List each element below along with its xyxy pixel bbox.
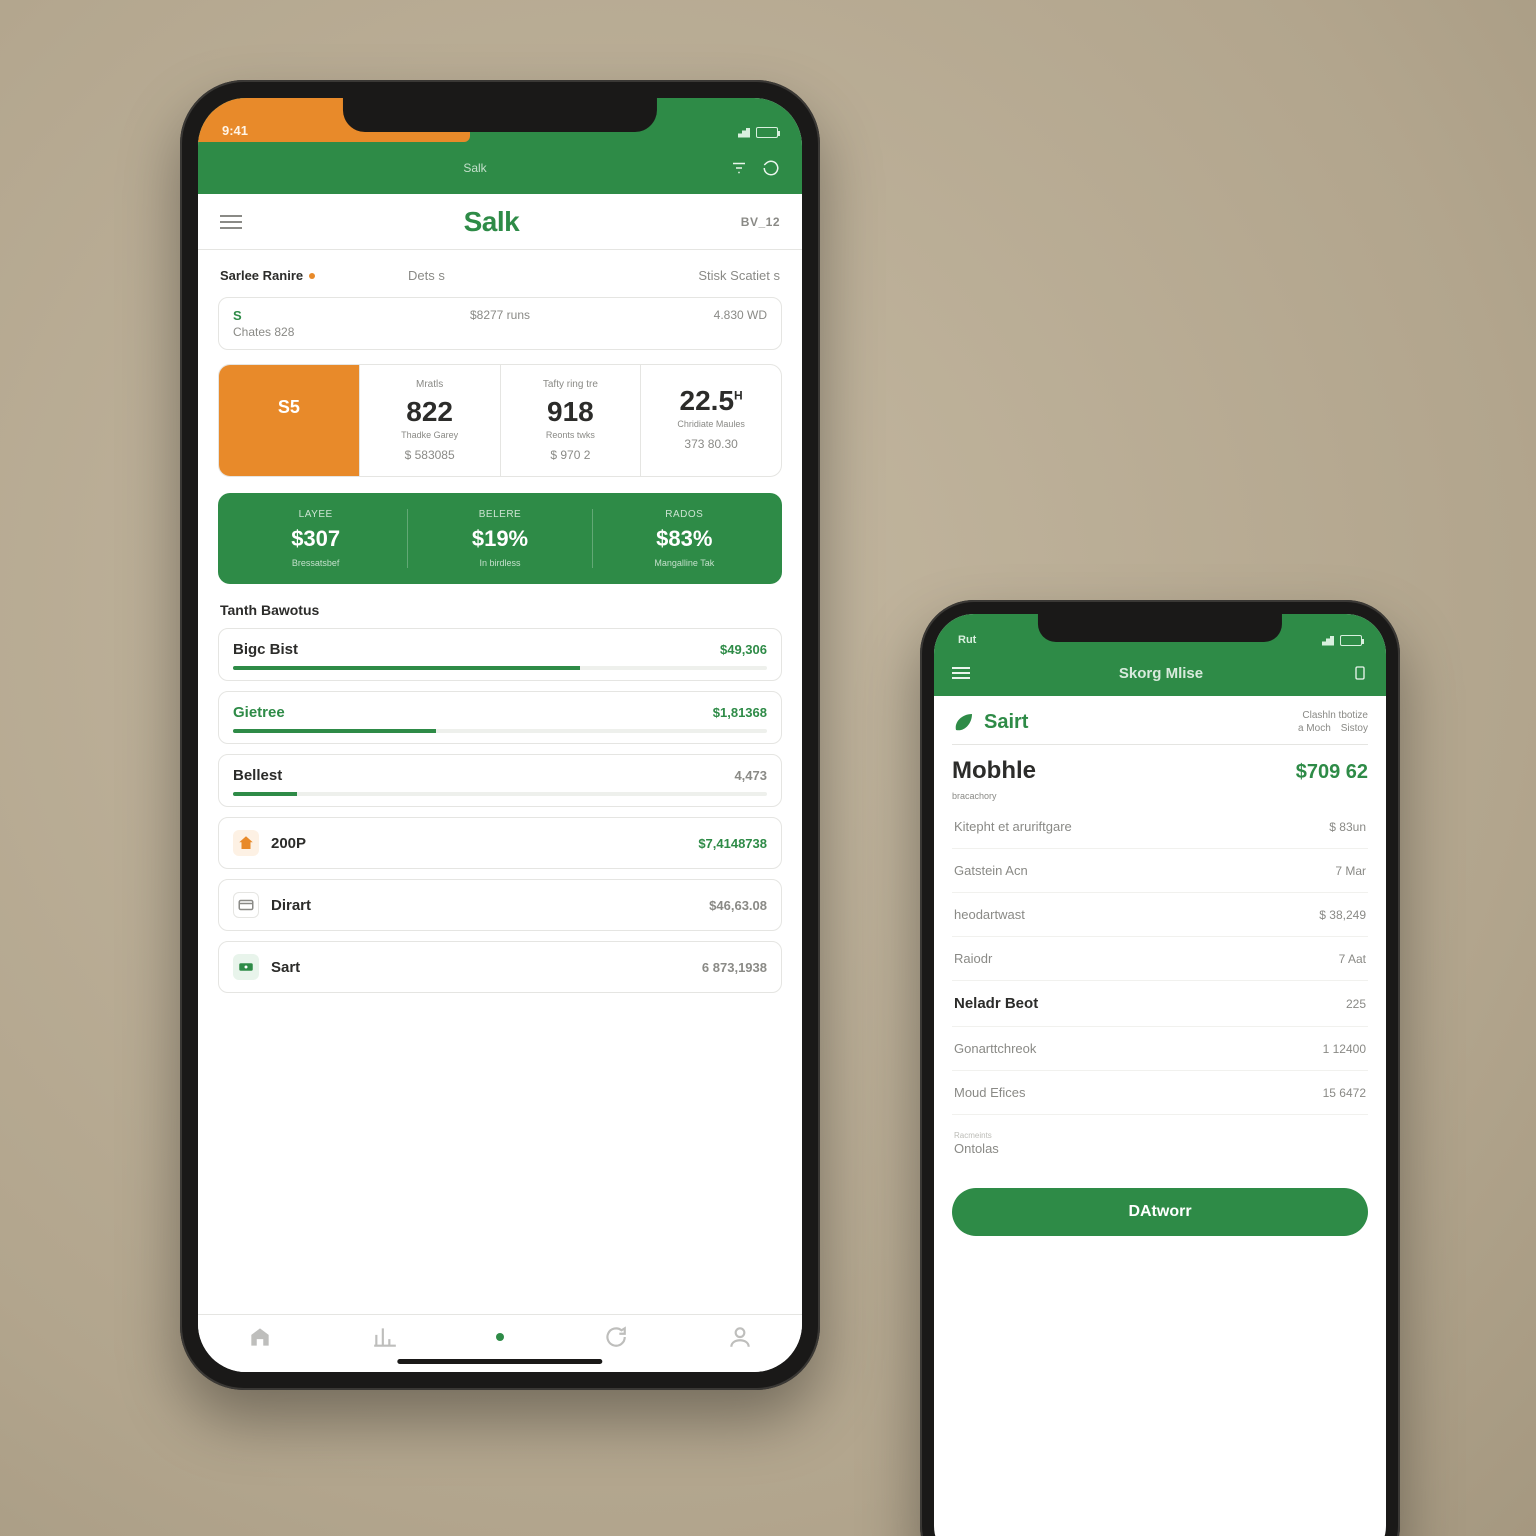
nav-code: BV_12 bbox=[741, 215, 780, 229]
icon-row-value: 6 873,1938 bbox=[702, 960, 767, 975]
icon-row-name: Sart bbox=[271, 959, 300, 976]
detail-row[interactable]: Kitepht et aruriftgare $ 83un bbox=[952, 805, 1368, 849]
brand-name: Sairt bbox=[984, 711, 1028, 734]
stat-card-2[interactable]: Tafty ring tre 918 Reonts twks $ 970 2 bbox=[500, 365, 641, 476]
brand-row: Sairt Clashln tbotize a Moch Sistoy bbox=[952, 710, 1368, 734]
primary-button[interactable]: DAtworr bbox=[952, 1188, 1368, 1236]
device-notch bbox=[1038, 614, 1282, 642]
icon-row-value: $7,4148738 bbox=[698, 836, 767, 851]
summary-right: 4.830 WD bbox=[714, 308, 767, 322]
menu-icon[interactable] bbox=[220, 215, 242, 229]
account-main: Mobhle $709 62 bbox=[952, 757, 1368, 785]
nav-home-icon[interactable] bbox=[247, 1324, 273, 1350]
icon-row[interactable]: 200P $7,4148738 bbox=[218, 817, 782, 869]
progress-bar bbox=[233, 666, 767, 670]
header-label: Salk bbox=[463, 161, 486, 175]
phone-device-small: Rut Skorg Mlise bbox=[920, 600, 1400, 1536]
detail-row[interactable]: Moud Efices 15 6472 bbox=[952, 1071, 1368, 1115]
detail-content: Sairt Clashln tbotize a Moch Sistoy Mobh… bbox=[934, 696, 1386, 1236]
battery-icon bbox=[1340, 635, 1362, 646]
cash-icon bbox=[233, 954, 259, 980]
summary-left-label: Chates 828 bbox=[233, 325, 294, 339]
list-item-value: $49,306 bbox=[720, 642, 767, 657]
main-nav: Salk BV_12 bbox=[198, 194, 802, 250]
detail-row[interactable]: Racmeints Ontolas bbox=[952, 1115, 1368, 1172]
summary-left-icon: S bbox=[233, 308, 403, 323]
stat-cards: S5 Mratls 822 Thadke Garey $ 583085 Taft… bbox=[218, 364, 782, 477]
app-header: Salk bbox=[198, 142, 802, 194]
summary-strip[interactable]: S Chates 828 $8277 runs 4.830 WD bbox=[218, 297, 782, 350]
brand-sub: Clashln tbotize bbox=[1298, 710, 1368, 721]
list-item-value: $1,81368 bbox=[713, 705, 767, 720]
nav-stats-icon[interactable] bbox=[372, 1324, 398, 1350]
icon-row-value: $46,63.08 bbox=[709, 898, 767, 913]
main-content: Sarlee Ranire Dets s Stisk Scatiet s S Ch… bbox=[198, 250, 802, 993]
list-item-name: Gietree bbox=[233, 704, 285, 721]
status-time: 9:41 bbox=[222, 123, 248, 138]
tab-dot-icon bbox=[309, 273, 315, 279]
nav-profile-icon[interactable] bbox=[727, 1324, 753, 1350]
filter-icon[interactable] bbox=[730, 159, 748, 177]
icon-row[interactable]: Dirart $46,63.08 bbox=[218, 879, 782, 931]
home-indicator[interactable] bbox=[397, 1359, 602, 1364]
metric-3[interactable]: RADOS $83% Mangalline Tak bbox=[592, 509, 776, 568]
doc-icon[interactable] bbox=[1352, 665, 1368, 681]
status-indicators bbox=[1318, 635, 1362, 646]
nav-active-dot-icon[interactable] bbox=[496, 1333, 504, 1341]
detail-row[interactable]: Neladr Beot 225 bbox=[952, 981, 1368, 1027]
metric-2[interactable]: BELERE $19% In birdless bbox=[407, 509, 591, 568]
metrics-panel: LAYEE $307 Bressatsbef BELERE $19% In bi… bbox=[218, 493, 782, 584]
metric-1[interactable]: LAYEE $307 Bressatsbef bbox=[224, 509, 407, 568]
account-name: Mobhle bbox=[952, 757, 1036, 785]
tab-3[interactable]: Stisk Scatiet s bbox=[594, 264, 782, 287]
phone-device-large: 9:41 Salk bbox=[180, 80, 820, 1390]
brand-meta-1: a Moch bbox=[1298, 723, 1331, 734]
list-item-name: Bigc Bist bbox=[233, 641, 298, 658]
list-item[interactable]: Bellest 4,473 bbox=[218, 754, 782, 807]
detail-row[interactable]: Gatstein Acn 7 Mar bbox=[952, 849, 1368, 893]
list-header: Tanth Bawotus bbox=[220, 602, 780, 618]
progress-bar bbox=[233, 729, 767, 733]
leaf-icon bbox=[952, 710, 976, 734]
refresh-icon[interactable] bbox=[762, 159, 780, 177]
device-notch bbox=[343, 98, 657, 132]
list-item-value: 4,473 bbox=[734, 768, 767, 783]
battery-icon bbox=[756, 127, 778, 138]
house-icon bbox=[233, 830, 259, 856]
tab-2[interactable]: Dets s bbox=[406, 264, 594, 287]
page-header: Skorg Mlise bbox=[934, 650, 1386, 696]
summary-mid: $8277 runs bbox=[470, 308, 530, 322]
card-icon bbox=[233, 892, 259, 918]
signal-icon bbox=[1318, 636, 1334, 646]
account-value: $709 62 bbox=[1296, 761, 1368, 784]
icon-row-name: Dirart bbox=[271, 897, 311, 914]
list-item[interactable]: Gietree $1,81368 bbox=[218, 691, 782, 744]
icon-row[interactable]: Sart 6 873,1938 bbox=[218, 941, 782, 993]
list-item-name: Bellest bbox=[233, 767, 282, 784]
detail-row[interactable]: Raiodr 7 Aat bbox=[952, 937, 1368, 981]
divider bbox=[952, 744, 1368, 745]
status-left: Rut bbox=[958, 634, 976, 646]
brand-meta-2: Sistoy bbox=[1341, 723, 1368, 734]
progress-bar bbox=[233, 792, 767, 796]
nav-chat-icon[interactable] bbox=[602, 1324, 628, 1350]
stat-card-3[interactable]: 22.5H Chridiate Maules 373 80.30 bbox=[640, 365, 781, 476]
detail-row[interactable]: heodartwast $ 38,249 bbox=[952, 893, 1368, 937]
menu-icon[interactable] bbox=[952, 667, 970, 679]
list-item[interactable]: Bigc Bist $49,306 bbox=[218, 628, 782, 681]
account-sub: bracachory bbox=[952, 791, 1368, 801]
stat-card-1[interactable]: Mratls 822 Thadke Garey $ 583085 bbox=[359, 365, 500, 476]
page-title: Skorg Mlise bbox=[970, 665, 1352, 682]
icon-row-name: 200P bbox=[271, 835, 306, 852]
app-logo[interactable]: Salk bbox=[464, 206, 520, 238]
tab-1[interactable]: Sarlee Ranire bbox=[218, 264, 406, 287]
stat-card-accent[interactable]: S5 bbox=[219, 365, 359, 476]
signal-icon bbox=[734, 128, 750, 138]
detail-row[interactable]: Gonarttchreok 1 12400 bbox=[952, 1027, 1368, 1071]
status-indicators bbox=[734, 127, 778, 138]
section-tabs: Sarlee Ranire Dets s Stisk Scatiet s bbox=[218, 264, 782, 287]
